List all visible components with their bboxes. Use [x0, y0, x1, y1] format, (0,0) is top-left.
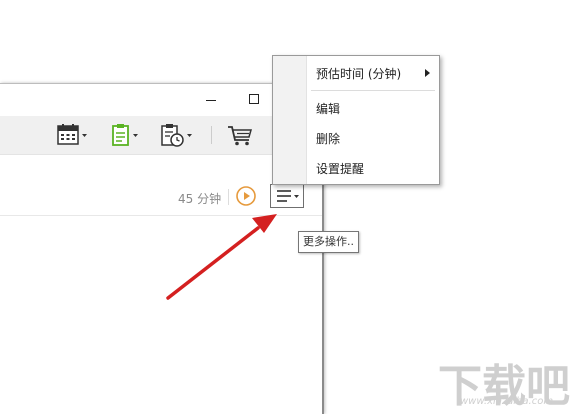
- play-icon: [236, 186, 256, 206]
- task-row[interactable]: 45 分钟: [0, 181, 322, 216]
- menu-divider: [311, 90, 435, 91]
- maximize-button[interactable]: [243, 90, 265, 110]
- row-separator: [228, 189, 229, 205]
- more-actions-menu: 预估时间 (分钟) 编辑 删除 设置提醒: [272, 55, 440, 185]
- calendar-icon: [57, 124, 87, 145]
- clipboard-icon: [112, 124, 138, 146]
- menu-item-label: 设置提醒: [316, 162, 365, 176]
- submenu-arrow-icon: [425, 69, 430, 77]
- minimize-button[interactable]: [200, 90, 222, 110]
- task-list-button[interactable]: [110, 122, 144, 148]
- menu-item-delete[interactable]: 删除: [273, 124, 439, 152]
- clipboard-clock-icon: [161, 124, 192, 147]
- menu-item-edit[interactable]: 编辑: [273, 94, 439, 122]
- more-actions-button[interactable]: [270, 184, 304, 208]
- menu-item-label: 删除: [316, 132, 341, 146]
- shopping-cart-icon: [228, 126, 252, 146]
- menu-lines-icon: [277, 190, 299, 202]
- more-actions-tooltip: 更多操作..: [298, 231, 359, 253]
- menu-item-estimated-time[interactable]: 预估时间 (分钟): [273, 59, 439, 87]
- start-timer-button[interactable]: [236, 186, 256, 206]
- toolbar-separator: [211, 126, 212, 144]
- task-duration: 45 分钟: [178, 192, 222, 206]
- menu-item-label: 预估时间 (分钟): [316, 67, 402, 81]
- cart-button[interactable]: [226, 122, 260, 148]
- schedule-button[interactable]: [160, 122, 194, 148]
- menu-item-set-reminder[interactable]: 设置提醒: [273, 154, 439, 182]
- watermark-url: www.xiazaiba.com: [460, 396, 554, 407]
- menu-item-label: 编辑: [316, 102, 341, 116]
- calendar-button[interactable]: [56, 122, 90, 148]
